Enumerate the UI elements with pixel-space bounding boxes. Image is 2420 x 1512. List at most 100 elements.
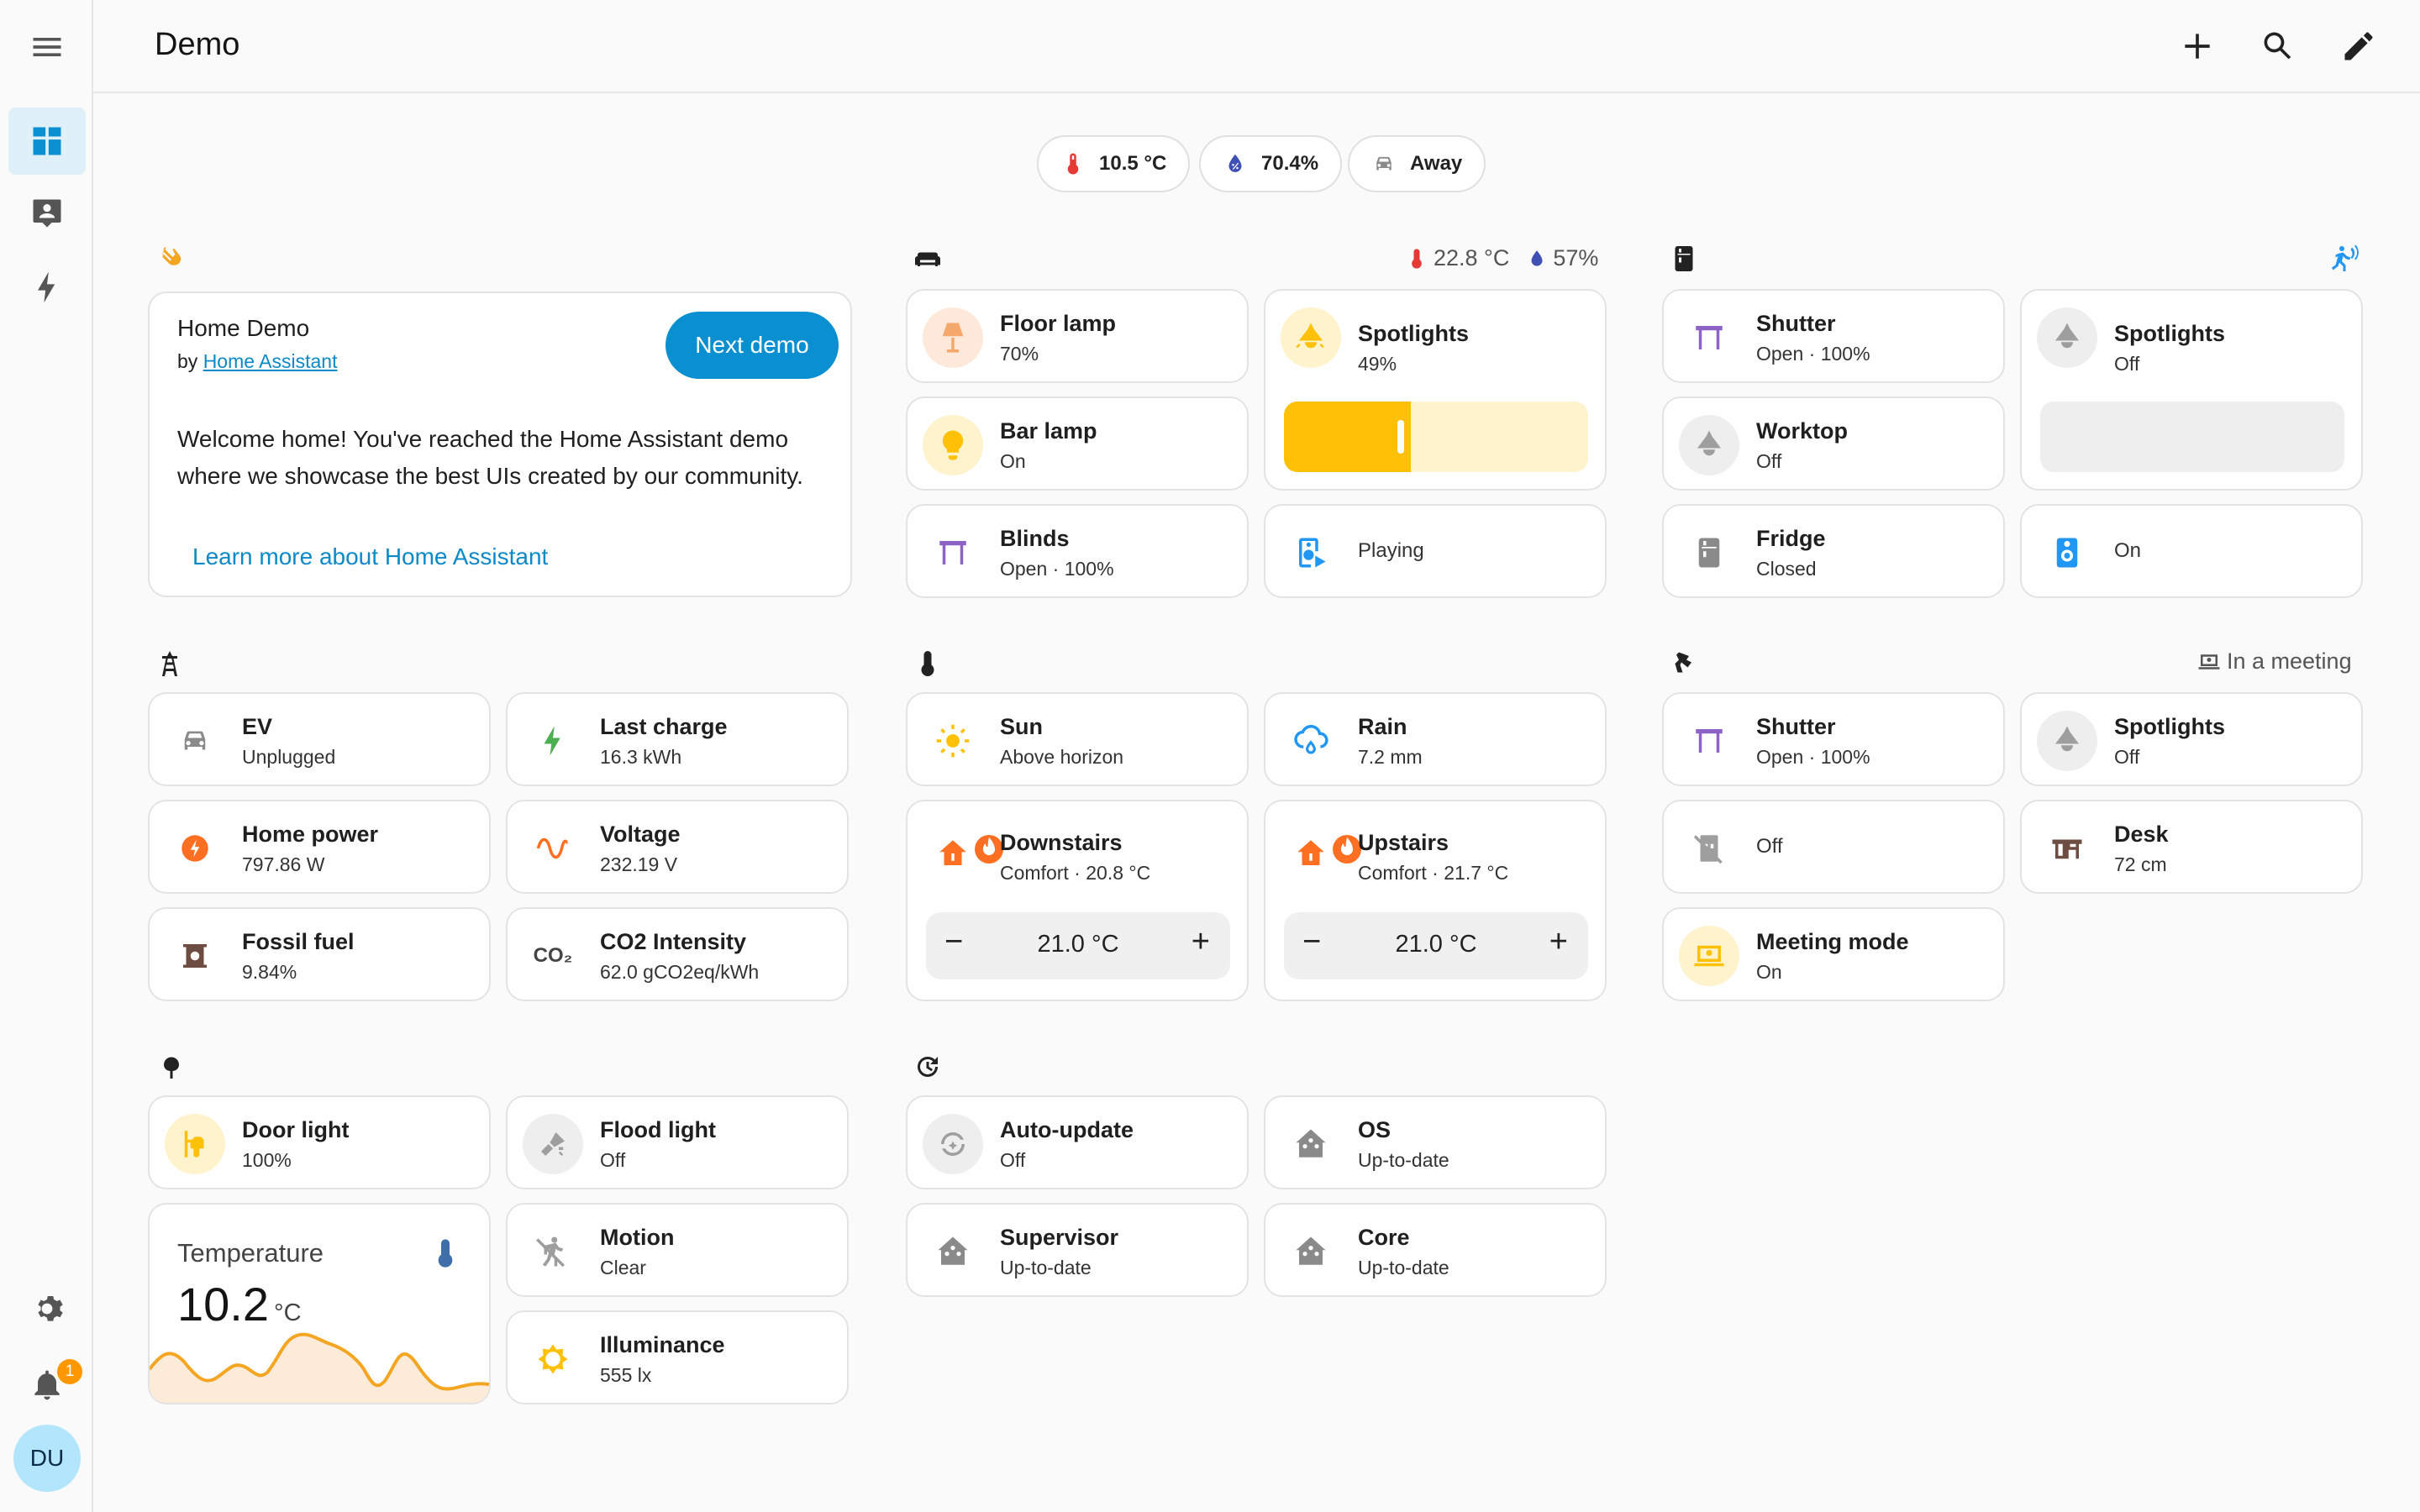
home-floor-icon[interactable] <box>1281 823 1361 884</box>
lightning-icon[interactable] <box>523 711 583 771</box>
tile-desk[interactable]: Desk 72 cm <box>2020 800 2363 894</box>
tile-co2[interactable]: CO₂ CO2 Intensity 62.0 gCO2eq/kWh <box>506 907 849 1001</box>
sine-wave-icon[interactable] <box>523 818 583 879</box>
tile-kitchen-spotlights[interactable]: Spotlights Off <box>2020 289 2363 491</box>
tile-living-media[interactable]: Playing <box>1264 504 1607 598</box>
tile-os-update[interactable]: OS Up-to-date <box>1264 1095 1607 1189</box>
home-assistant-icon[interactable] <box>1281 1221 1341 1282</box>
home-assistant-icon[interactable] <box>923 1221 983 1282</box>
tile-illuminance[interactable]: Illuminance 555 lx <box>506 1310 849 1404</box>
sidebar-item-map[interactable] <box>8 180 86 247</box>
sidebar-item-settings[interactable] <box>8 1275 86 1342</box>
slider-handle[interactable] <box>1397 420 1404 454</box>
tile-rain[interactable]: Rain 7.2 mm <box>1264 692 1607 786</box>
tile-name: Fossil fuel <box>242 929 355 954</box>
speaker-play-icon[interactable] <box>1281 522 1341 583</box>
power-plug-off-icon[interactable] <box>1679 818 1739 879</box>
increase-button[interactable]: + <box>1192 924 1210 960</box>
tile-core-update[interactable]: Core Up-to-date <box>1264 1203 1607 1297</box>
next-demo-button[interactable]: Next demo <box>666 312 839 379</box>
badge-temperature[interactable]: 10.5 °C <box>1037 135 1191 192</box>
sun-icon[interactable] <box>923 711 983 771</box>
outdoor-lamp-icon[interactable] <box>165 1114 225 1174</box>
tile-downstairs-thermostat[interactable]: Downstairs Comfort · 20.8 °C − 21.0 °C + <box>906 800 1249 1001</box>
spotlight-beam-icon[interactable] <box>523 1114 583 1174</box>
badge-label: 10.5 °C <box>1099 152 1167 175</box>
tile-worktop[interactable]: Worktop Off <box>1662 396 2005 491</box>
tile-office-shutter[interactable]: Shutter Open · 100% <box>1662 692 2005 786</box>
markdown-body: Welcome home! You've reached the Home As… <box>177 426 803 489</box>
laptop-account-icon[interactable] <box>1679 926 1739 986</box>
tile-floor-lamp[interactable]: Floor lamp 70% <box>906 289 1249 383</box>
speaker-icon[interactable] <box>2037 522 2097 583</box>
factory-icon[interactable] <box>165 926 225 986</box>
markdown-byline: by Home Assistant <box>177 350 337 373</box>
tile-kitchen-speaker[interactable]: On <box>2020 504 2363 598</box>
tile-office-spotlights[interactable]: Spotlights Off <box>2020 692 2363 786</box>
blinds-icon[interactable] <box>923 522 983 583</box>
molecule-co2-icon[interactable]: CO₂ <box>523 926 583 986</box>
plus-icon <box>2185 34 2210 59</box>
tile-state: Comfort · 21.7 °C <box>1358 862 1509 884</box>
sidebar-item-energy[interactable] <box>8 254 86 321</box>
tile-fridge[interactable]: Fridge Closed <box>1662 504 2005 598</box>
floor-lamp-icon[interactable] <box>923 307 983 368</box>
hand-wave-icon <box>156 242 187 272</box>
tile-state: 232.19 V <box>600 853 678 875</box>
brightness-slider[interactable] <box>1284 402 1588 472</box>
badge-presence[interactable]: Away <box>1348 135 1486 192</box>
lightbulb-icon[interactable] <box>923 415 983 475</box>
tree-icon <box>156 1053 187 1084</box>
tile-meeting-mode[interactable]: Meeting mode On <box>1662 907 2005 1001</box>
ceiling-light-icon[interactable] <box>2037 307 2097 368</box>
tile-flood-light[interactable]: Flood light Off <box>506 1095 849 1189</box>
menu-button[interactable] <box>8 13 86 81</box>
tile-door-light[interactable]: Door light 100% <box>148 1095 491 1189</box>
sensor-graph-card[interactable]: Temperature 10.2 °C <box>148 1203 491 1404</box>
tile-bar-lamp[interactable]: Bar lamp On <box>906 396 1249 491</box>
blinds-icon[interactable] <box>1679 307 1739 368</box>
tile-upstairs-thermostat[interactable]: Upstairs Comfort · 21.7 °C − 21.0 °C + <box>1264 800 1607 1001</box>
tile-home-power[interactable]: Home power 797.86 W <box>148 800 491 894</box>
edit-button[interactable] <box>2334 22 2383 71</box>
increase-button[interactable]: + <box>1549 924 1568 960</box>
add-button[interactable] <box>2173 22 2222 71</box>
desk-icon[interactable] <box>2037 818 2097 879</box>
walk-icon[interactable] <box>523 1221 583 1282</box>
tile-last-charge[interactable]: Last charge 16.3 kWh <box>506 692 849 786</box>
tile-ev[interactable]: EV Unplugged <box>148 692 491 786</box>
tile-kitchen-shutter[interactable]: Shutter Open · 100% <box>1662 289 2005 383</box>
ceiling-light-icon[interactable] <box>1281 307 1341 368</box>
thermometer-icon <box>1412 248 1422 269</box>
weather-rainy-icon[interactable] <box>1281 711 1341 771</box>
blinds-icon[interactable] <box>1679 711 1739 771</box>
home-lightning-icon[interactable] <box>165 818 225 879</box>
home-assistant-link[interactable]: Home Assistant <box>203 350 338 372</box>
car-icon <box>1376 156 1392 171</box>
brightness-slider[interactable] <box>2040 402 2344 472</box>
user-avatar[interactable]: DU <box>13 1425 81 1492</box>
tile-blinds[interactable]: Blinds Open · 100% <box>906 504 1249 598</box>
ceiling-light-icon[interactable] <box>2037 711 2097 771</box>
tile-living-spotlights[interactable]: Spotlights 49% <box>1264 289 1607 491</box>
badge-humidity[interactable]: 70.4% <box>1199 135 1343 192</box>
home-assistant-icon[interactable] <box>1281 1114 1341 1174</box>
search-button[interactable] <box>2254 22 2302 71</box>
tile-sun[interactable]: Sun Above horizon <box>906 692 1249 786</box>
brightness-icon[interactable] <box>523 1329 583 1389</box>
tile-office-plug[interactable]: Off <box>1662 800 2005 894</box>
sidebar-item-notifications[interactable]: 1 <box>8 1351 86 1418</box>
tile-fossil-fuel[interactable]: Fossil fuel 9.84% <box>148 907 491 1001</box>
home-floor-icon[interactable] <box>923 823 1003 884</box>
tile-voltage[interactable]: Voltage 232.19 V <box>506 800 849 894</box>
tile-state: Off <box>1000 1149 1026 1171</box>
car-icon[interactable] <box>165 711 225 771</box>
learn-more-link[interactable]: Learn more about Home Assistant <box>192 543 548 570</box>
sidebar-item-overview[interactable] <box>8 108 86 175</box>
tile-motion[interactable]: Motion Clear <box>506 1203 849 1297</box>
ceiling-light-icon[interactable] <box>1679 415 1739 475</box>
fridge-icon[interactable] <box>1679 522 1739 583</box>
tile-auto-update[interactable]: Auto-update Off <box>906 1095 1249 1189</box>
autorenew-icon[interactable] <box>923 1114 983 1174</box>
tile-supervisor-update[interactable]: Supervisor Up-to-date <box>906 1203 1249 1297</box>
